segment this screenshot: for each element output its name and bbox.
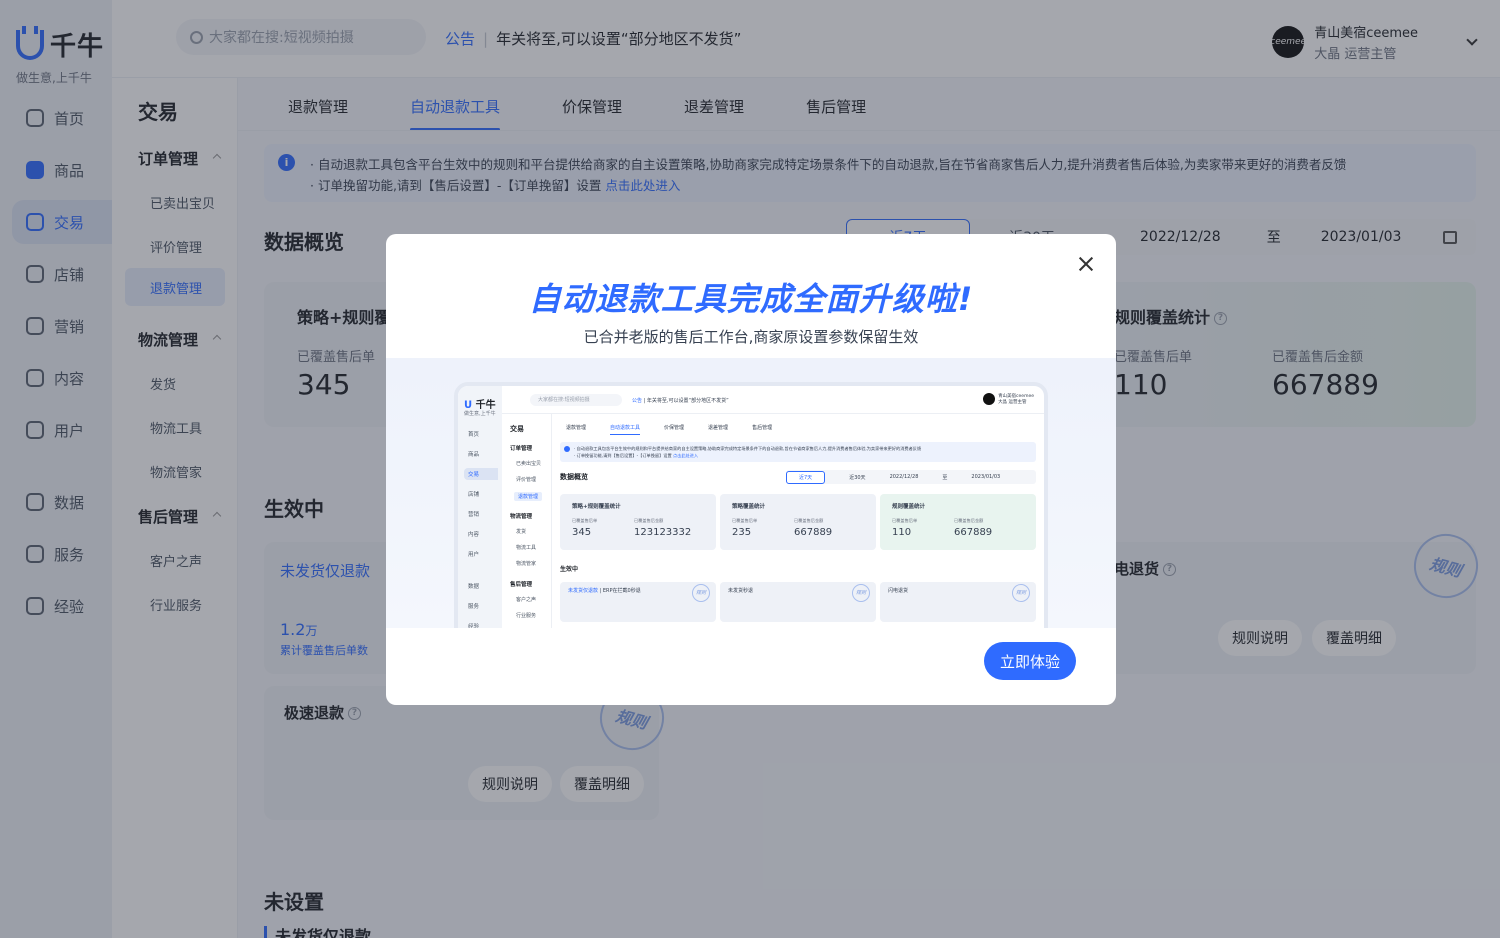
preview-image: ᑌ 千牛 做生意,上千牛 首页 商品 交易 店铺 营销 内容 用户 数据 服务 … — [386, 358, 1116, 628]
upgrade-modal: 自动退款工具完成全面升级啦! 已合并老版的售后工作台,商家原设置参数保留生效 ᑌ… — [386, 234, 1116, 705]
preview-stat-card: 策略+规则覆盖统计 已覆盖售后单 345 已覆盖售后金额 123123332 — [560, 494, 716, 550]
preview-notice: 公告 | 年关将至,可以设置“部分地区不发货” — [632, 398, 729, 404]
preview-rule-card: 未发货仅退款 | ERP在拦截0秒退 规则 — [560, 582, 716, 622]
preview-logo: ᑌ 千牛 — [464, 400, 496, 411]
preview-stat-card: 规则覆盖统计 已覆盖售后单 110 已覆盖售后金额 667889 — [880, 494, 1036, 550]
modal-subtitle: 已合并老版的售后工作台,商家原设置参数保留生效 — [583, 328, 919, 346]
close-icon[interactable] — [1078, 256, 1094, 272]
preview-logo-sub: 做生意,上千牛 — [464, 411, 496, 417]
preview-subnav: 交易 订单管理 已卖出宝贝 评价管理 退款管理 物流管理 发货 物流工具 物流管… — [502, 414, 552, 628]
preview-nav-item: 内容 — [468, 532, 480, 538]
preview-nav-item: 用户 — [468, 552, 480, 558]
preview-date-range: 近7天 近30天 2022/12/28 至 2023/01/03 — [786, 470, 1036, 484]
preview-search: 大家都在搜:短视频拍摄 — [530, 394, 622, 406]
preview-nav-item: 营销 — [468, 512, 480, 518]
preview-active-title: 生效中 — [560, 566, 579, 573]
preview-user: 青山美宿ceemee 大晶 运营主管 — [983, 393, 1034, 405]
preview-info: · 自动退款工具包含平台生效中的规则和平台提供给商家的自主设置策略,协助商家完成… — [560, 442, 1036, 462]
preview-nav-item: 服务 — [468, 604, 480, 610]
preview-nav-item: 交易 — [464, 468, 498, 480]
preview-nav-item: 数据 — [468, 584, 480, 590]
preview-overview-title: 数据概览 — [560, 473, 588, 481]
preview-info-icon — [564, 446, 570, 452]
preview-nav-item: 店铺 — [468, 492, 480, 498]
preview-stat-card: 策略覆盖统计 已覆盖售后单 235 已覆盖售后金额 667889 — [720, 494, 876, 550]
preview-nav-item: 经验 — [468, 624, 480, 628]
preview-nav: ᑌ 千牛 做生意,上千牛 首页 商品 交易 店铺 营销 内容 用户 数据 服务 … — [458, 386, 502, 628]
preview-screenshot: ᑌ 千牛 做生意,上千牛 首页 商品 交易 店铺 营销 内容 用户 数据 服务 … — [454, 382, 1048, 628]
preview-avatar — [983, 393, 996, 405]
try-now-button[interactable]: 立即体验 — [983, 642, 1076, 680]
preview-rule-card: 闪电退货 规则 — [880, 582, 1036, 622]
preview-tabs: 退款管理 自动退款工具 价保管理 退差管理 售后管理 — [566, 424, 772, 435]
preview-nav-item: 首页 — [468, 432, 480, 438]
preview-top-bar: 大家都在搜:短视频拍摄 公告 | 年关将至,可以设置“部分地区不发货” 青山美宿… — [502, 386, 1044, 414]
preview-nav-item: 商品 — [468, 452, 480, 458]
preview-main: 退款管理 自动退款工具 价保管理 退差管理 售后管理 · 自动退款工具包含平台生… — [552, 414, 1044, 628]
preview-rule-card: 未发货秒退 规则 — [720, 582, 876, 622]
modal-title: 自动退款工具完成全面升级啦! — [528, 280, 974, 318]
